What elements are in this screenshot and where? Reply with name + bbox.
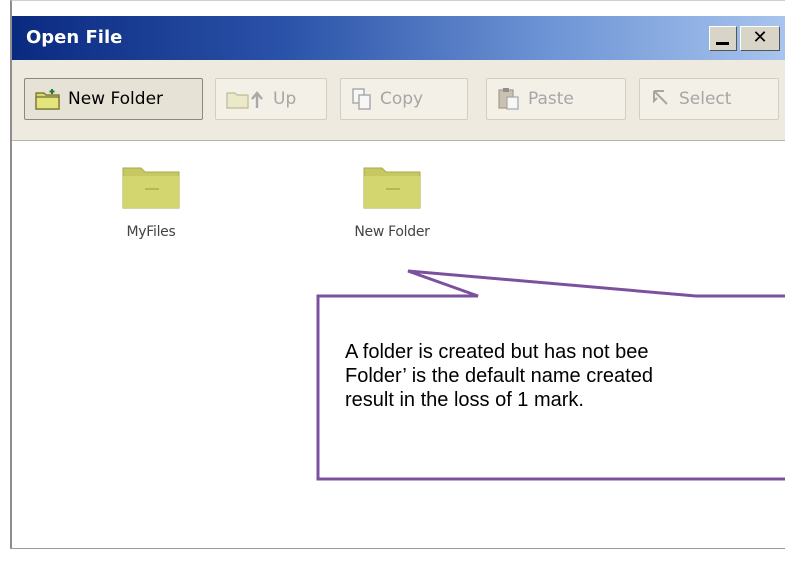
callout-line: Folder’ is the default name created: [345, 365, 653, 387]
callout-line: result in the loss of 1 mark.: [345, 389, 584, 411]
callout-shape: [316, 269, 785, 481]
callout-note: A folder is created but has not bee Fold…: [345, 340, 785, 440]
callout-line: A folder is created but has not bee: [345, 341, 649, 363]
